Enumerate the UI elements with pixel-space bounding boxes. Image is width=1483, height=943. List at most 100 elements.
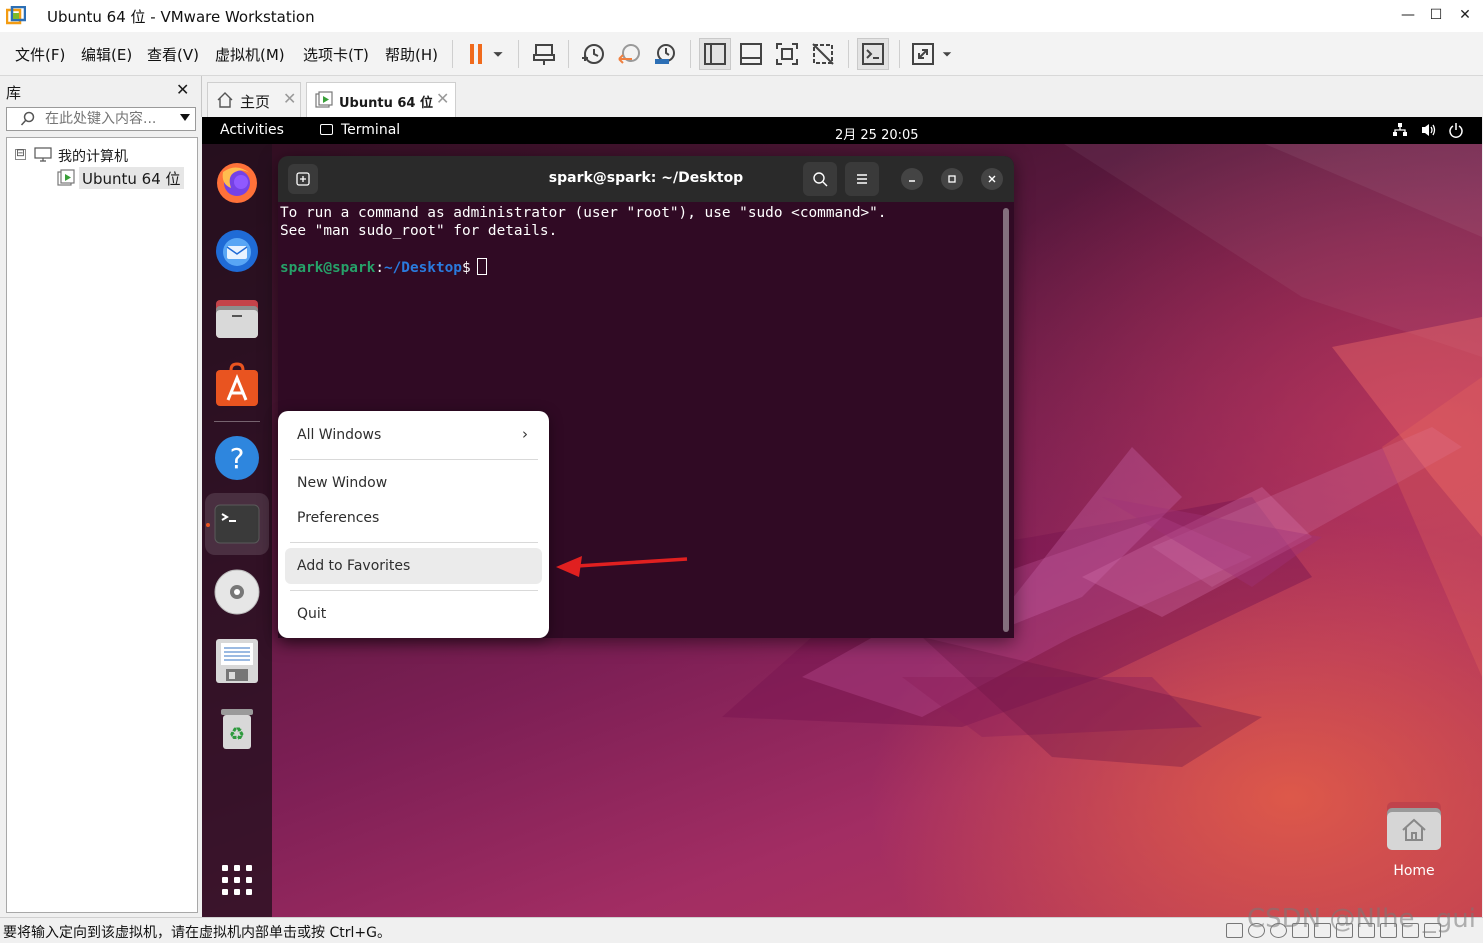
menu-toolbar: 文件(F) 编辑(E) 查看(V) 虚拟机(M) 选项卡(T) 帮助(H) (0, 32, 1483, 76)
menu-item-add-to-favorites[interactable]: Add to Favorites (285, 548, 542, 584)
printer-icon[interactable] (1358, 923, 1375, 938)
library-close-button[interactable]: ✕ (176, 80, 189, 99)
toolbar-separator (690, 40, 691, 68)
dock-thunderbird[interactable] (213, 226, 261, 274)
snapshot-button[interactable] (577, 38, 609, 70)
show-library-button[interactable] (699, 38, 731, 70)
volume-icon[interactable] (1420, 122, 1437, 138)
console-view-button[interactable] (857, 38, 889, 70)
display-icon[interactable] (1402, 923, 1419, 938)
unity-mode-button[interactable] (807, 38, 839, 70)
tree-collapse-toggle[interactable]: ⊟ (15, 149, 26, 160)
toolbar-separator (518, 40, 519, 68)
sound-card-icon[interactable] (1380, 923, 1397, 938)
tab-ubuntu-close-button[interactable]: ✕ (436, 89, 449, 108)
menu-file[interactable]: 文件(F) (15, 44, 65, 65)
maximize-icon (948, 175, 956, 183)
trash-icon: ♻ (221, 709, 253, 749)
menu-tabs[interactable]: 选项卡(T) (303, 44, 369, 65)
message-icon[interactable] (1424, 923, 1441, 938)
terminal-output[interactable]: To run a command as administrator (user … (280, 204, 1000, 277)
terminal-minimize-button[interactable] (901, 168, 923, 190)
help-icon: ? (215, 436, 259, 480)
dock-help[interactable]: ? (213, 434, 261, 482)
toolbar-separator (568, 40, 569, 68)
menu-vm[interactable]: 虚拟机(M) (215, 44, 285, 65)
network-adapter-icon[interactable] (1314, 923, 1331, 938)
prompt-colon: : (375, 260, 384, 276)
library-search-input[interactable] (45, 110, 171, 128)
chevron-right-icon: › (522, 425, 528, 443)
vm-running-icon (315, 91, 333, 108)
activities-button[interactable]: Activities (220, 122, 284, 138)
revert-snapshot-button[interactable] (613, 38, 645, 70)
terminal-maximize-button[interactable] (941, 168, 963, 190)
tab-home[interactable]: 主页 ✕ (207, 82, 301, 117)
dock-trash[interactable]: ♻ (213, 705, 261, 753)
vm-running-icon (57, 169, 75, 186)
thumbnail-bar-button[interactable] (735, 38, 767, 70)
menu-item-quit[interactable]: Quit (285, 596, 542, 632)
home-folder-icon[interactable] (1386, 800, 1442, 852)
stretch-guest-button[interactable] (907, 38, 939, 70)
running-indicator (206, 523, 210, 527)
search-icon (20, 111, 35, 126)
vm-screen[interactable]: Activities Terminal 2月 25 20:05 ? ♻ spar… (202, 117, 1482, 917)
menu-help[interactable]: 帮助(H) (385, 44, 438, 65)
dock-terminal[interactable] (205, 493, 269, 555)
active-app-menu[interactable]: Terminal (341, 122, 400, 138)
floppy-status-icon[interactable] (1292, 923, 1309, 938)
dock-firefox[interactable] (213, 158, 261, 206)
power-icon[interactable] (1448, 122, 1464, 138)
minimize-button[interactable]: — (1394, 4, 1422, 26)
send-ctrl-alt-del-button[interactable] (528, 38, 560, 70)
dock-files[interactable] (213, 294, 261, 342)
firefox-icon (217, 163, 257, 203)
tab-home-close-button[interactable]: ✕ (283, 89, 296, 108)
snapshot-manager-button[interactable] (649, 38, 681, 70)
svg-text:♻: ♻ (229, 724, 245, 745)
disc-icon (214, 569, 260, 615)
dock-show-apps[interactable] (213, 856, 261, 904)
hard-disk-icon[interactable] (1226, 923, 1243, 938)
dock-save[interactable] (213, 637, 261, 685)
network-icon[interactable] (1392, 122, 1408, 138)
maximize-button[interactable]: ☐ (1422, 4, 1450, 26)
menu-item-new-window[interactable]: New Window (285, 465, 542, 501)
full-screen-button[interactable] (771, 38, 803, 70)
thunderbird-icon (216, 230, 258, 272)
revert-snapshot-icon (618, 44, 640, 64)
usb-icon[interactable] (1336, 923, 1353, 938)
svg-text:?: ? (230, 442, 245, 475)
library-title: 库 (6, 84, 22, 102)
console-icon (862, 43, 884, 65)
menu-edit[interactable]: 编辑(E) (81, 44, 132, 65)
terminal-menu-button[interactable] (845, 162, 879, 196)
dock-disc[interactable] (213, 568, 261, 616)
terminal-close-button[interactable] (981, 168, 1003, 190)
dock-app-center[interactable] (213, 362, 261, 410)
terminal-prompt: spark@spark:~/Desktop$ (280, 258, 1000, 277)
terminal-icon (214, 504, 260, 544)
menu-view[interactable]: 查看(V) (147, 44, 199, 65)
cd-rom-icon[interactable] (1248, 923, 1265, 938)
tab-ubuntu[interactable]: Ubuntu 64 位 ✕ (306, 82, 456, 117)
close-icon (988, 175, 996, 183)
tree-item-ubuntu-vm[interactable]: Ubuntu 64 位 (79, 167, 184, 189)
terminal-search-button[interactable] (803, 162, 837, 196)
clock[interactable]: 2月 25 20:05 (835, 124, 919, 143)
floppy-icon (216, 639, 258, 683)
computer-icon (34, 147, 52, 162)
cd-rom-icon[interactable] (1270, 923, 1287, 938)
menu-item-all-windows[interactable]: All Windows › (285, 417, 542, 453)
terminal-header-bar[interactable]: spark@spark: ~/Desktop (278, 156, 1014, 202)
power-dropdown-button[interactable] (486, 38, 510, 70)
terminal-scrollbar[interactable] (1003, 208, 1009, 632)
menu-item-preferences[interactable]: Preferences (285, 500, 542, 536)
stretch-dropdown-button[interactable] (936, 38, 958, 70)
stretch-icon (912, 43, 934, 65)
close-window-button[interactable]: ✕ (1451, 4, 1479, 26)
library-tree: ⊟ 我的计算机 Ubuntu 64 位 (6, 137, 198, 913)
search-dropdown-icon[interactable] (180, 114, 190, 121)
tree-item-my-computer[interactable]: 我的计算机 (58, 146, 128, 166)
